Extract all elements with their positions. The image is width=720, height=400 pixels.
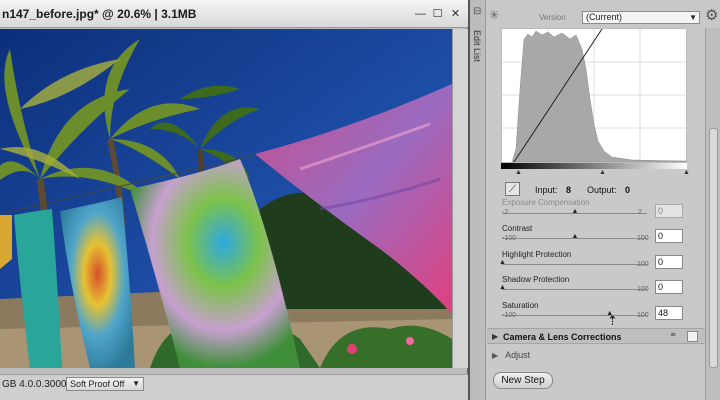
triangle-right-icon: ▶	[492, 351, 499, 360]
image-window: n147_before.jpg* @ 20.6% | 3.1MB — ☐ ✕ G…	[0, 0, 468, 400]
output-value: 0	[625, 185, 631, 195]
histogram-curve[interactable]	[501, 28, 687, 163]
burst-icon: ✳	[489, 8, 500, 22]
camera-lens-section-header[interactable]: ▶ Camera & Lens Corrections ⚭	[487, 328, 720, 344]
curve-icon: ⟋	[509, 183, 516, 195]
contrast-max: 100	[637, 235, 649, 242]
version-value: (Current)	[586, 12, 623, 22]
input-readout: Input: 8	[535, 185, 571, 195]
maximize-icon[interactable]: ☐	[431, 8, 444, 21]
tone-gradient-bar	[501, 163, 687, 169]
link-icon[interactable]: ⚭	[669, 330, 677, 341]
chevron-down-icon: ▼	[132, 379, 140, 388]
shadow-max: 100	[637, 286, 649, 293]
panel-body: ▲ ▲ ▲ ⟋ Input: 8 Output: 0 Exposure Comp…	[487, 28, 720, 400]
image-vertical-scrollbar[interactable]	[452, 29, 468, 368]
exposure-label: Exposure Compensation	[502, 198, 590, 207]
shadow-thumb[interactable]: ▲	[499, 284, 506, 291]
exposure-field[interactable]: 0	[655, 204, 683, 218]
soft-proof-value: Soft Proof Off	[70, 379, 125, 389]
contrast-field[interactable]: 0	[655, 229, 683, 243]
adjust-section-header[interactable]: ▶ Adjust	[492, 350, 530, 360]
highlight-max: 100	[637, 261, 649, 268]
shadow-label: Shadow Protection	[502, 275, 570, 284]
contrast-label: Contrast	[502, 224, 533, 233]
photo-canvas[interactable]	[0, 29, 452, 368]
input-label: Input:	[535, 185, 558, 195]
triangle-right-icon[interactable]: ▶	[492, 332, 498, 341]
close-icon[interactable]: ✕	[449, 8, 462, 21]
contrast-thumb[interactable]: ▲	[572, 233, 579, 240]
output-label: Output:	[587, 185, 617, 195]
black-point-handle[interactable]: ▲	[515, 169, 522, 176]
mouse-pointer-icon: ⇡	[607, 313, 618, 328]
midpoint-handle[interactable]: ▲	[599, 169, 606, 176]
image-status-bar: GB 4.0.0.3000 Soft Proof Off ▼	[0, 374, 468, 400]
version-bar: ✳ Version (Current) ▼ ⚙	[487, 6, 720, 26]
exposure-thumb[interactable]: ▲	[572, 208, 579, 215]
saturation-label: Saturation	[502, 301, 539, 310]
edit-list-tab[interactable]: ⊟ Edit List	[470, 0, 486, 400]
adjustment-panel: ⊟ Edit List ✳ Version (Current) ▼ ⚙ ▲ ▲ …	[470, 0, 720, 400]
adjust-label: Adjust	[505, 350, 531, 360]
shadow-track[interactable]	[502, 289, 647, 290]
curve-tool-button[interactable]: ⟋	[505, 182, 520, 196]
white-point-handle[interactable]: ▲	[683, 169, 690, 176]
panel-vertical-scrollbar[interactable]	[705, 28, 720, 400]
saturation-min: -100	[502, 312, 517, 319]
image-title: n147_before.jpg* @ 20.6% | 3.1MB	[2, 7, 197, 21]
image-titlebar[interactable]: n147_before.jpg* @ 20.6% | 3.1MB — ☐ ✕	[0, 0, 468, 28]
output-readout: Output: 0	[587, 185, 630, 195]
shadow-field[interactable]: 0	[655, 280, 683, 294]
input-value: 8	[566, 185, 572, 195]
soft-proof-dropdown[interactable]: Soft Proof Off ▼	[66, 377, 144, 391]
enable-checkbox[interactable]	[687, 331, 698, 342]
version-label: Version	[539, 13, 566, 22]
new-step-button[interactable]: New Step	[493, 372, 553, 389]
saturation-track[interactable]	[502, 315, 647, 316]
exposure-min: -2	[502, 209, 509, 216]
highlight-label: Highlight Protection	[502, 250, 572, 259]
color-profile-text: GB 4.0.0.3000	[2, 379, 67, 390]
pin-icon[interactable]: ⊟	[473, 6, 481, 17]
saturation-max: 100	[637, 312, 649, 319]
contrast-min: -100	[502, 235, 517, 242]
minimize-icon[interactable]: —	[414, 8, 427, 21]
chevron-down-icon: ▼	[689, 13, 697, 22]
saturation-field[interactable]: 48	[655, 306, 683, 320]
version-dropdown[interactable]: (Current) ▼	[582, 11, 700, 24]
camera-lens-label: Camera & Lens Corrections	[503, 332, 622, 342]
exposure-max: 2	[638, 209, 642, 216]
highlight-track[interactable]	[502, 264, 647, 265]
scrollbar-thumb[interactable]	[709, 128, 718, 368]
highlight-field[interactable]: 0	[655, 255, 683, 269]
highlight-thumb[interactable]: ▲	[499, 259, 506, 266]
edit-list-label: Edit List	[472, 30, 482, 63]
gear-icon[interactable]: ⚙	[705, 6, 718, 24]
